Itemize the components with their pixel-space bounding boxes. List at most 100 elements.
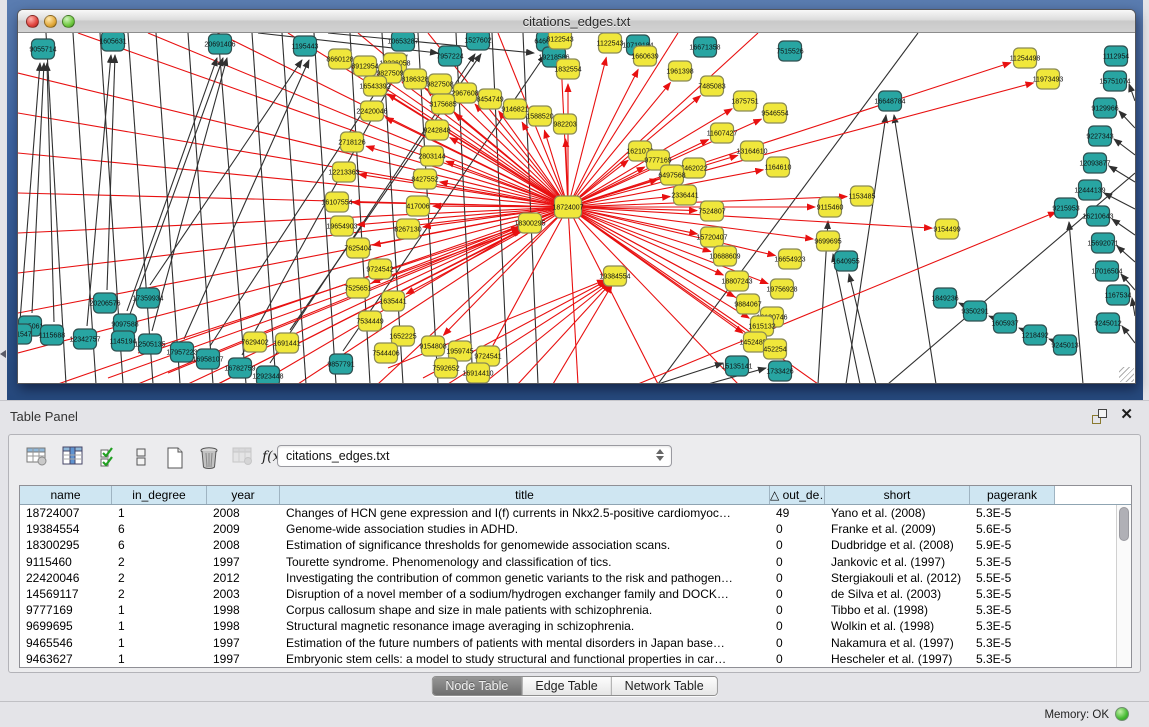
graph-node[interactable]: 19384554 [599,266,630,286]
table-cell[interactable]: 19384554 [20,521,112,537]
graph-node[interactable]: 7625404 [344,238,371,258]
graph-node[interactable]: 13164610 [736,141,767,161]
table-cell[interactable]: 2008 [207,505,280,521]
graph-node[interactable]: 1115688 [39,325,65,345]
table-cell[interactable]: 0 [770,651,825,667]
graph-node[interactable]: 9242848 [423,120,450,140]
graph-node[interactable]: 2718126 [338,132,365,152]
delete-column-icon[interactable] [195,443,223,471]
graph-node[interactable]: 7592652 [432,358,459,378]
table-mode-icon[interactable] [23,443,51,471]
table-cell[interactable]: Genome-wide association studies in ADHD. [280,521,770,537]
graph-node[interactable]: 8660128 [326,49,353,69]
table-cell[interactable]: Nakamura et al. (1997) [825,635,970,651]
graph-node[interactable]: 1733426 [766,361,793,381]
graph-node[interactable]: 12093877 [1079,153,1110,173]
graph-node[interactable]: 9546554 [761,103,788,123]
graph-node[interactable]: 17016504 [1091,261,1122,281]
graph-node[interactable]: 7544406 [372,343,399,363]
table-cell[interactable]: 18300295 [20,537,112,553]
table-cell[interactable]: 18724007 [20,505,112,521]
table-cell[interactable]: 0 [770,618,825,634]
table-cell[interactable]: 9699695 [20,618,112,634]
table-cell[interactable]: Structural magnetic resonance image aver… [280,618,770,634]
graph-node[interactable]: 16543392 [359,76,390,96]
table-cell[interactable]: Tourette syndrome. Phenomenology and cla… [280,554,770,570]
tab-node-table[interactable]: Node Table [432,677,522,695]
table-cell[interactable]: Hescheler et al. (1997) [825,651,970,667]
table-cell[interactable]: 2009 [207,521,280,537]
graph-node[interactable]: 16914410 [462,363,493,383]
table-cell[interactable]: Franke et al. (2009) [825,521,970,537]
table-cell[interactable]: 5.3E-5 [970,651,1055,667]
table-cell[interactable]: 1997 [207,554,280,570]
table-cell[interactable]: 1 [112,602,207,618]
table-cell[interactable]: 49 [770,505,825,521]
graph-node[interactable]: 8912954 [351,56,378,76]
graph-node[interactable]: 1875751 [731,91,758,111]
graph-node[interactable]: 1527602 [464,33,491,50]
table-cell[interactable]: 0 [770,635,825,651]
graph-node[interactable]: 8122543 [546,33,573,49]
table-cell[interactable]: 5.3E-5 [970,618,1055,634]
graph-node[interactable]: 1832554 [554,59,581,79]
graph-node[interactable]: 7485083 [698,76,725,96]
table-cell[interactable]: 5.9E-5 [970,537,1055,553]
create-column-icon[interactable] [161,443,189,471]
graph-node[interactable]: 417006 [406,196,429,216]
graph-node[interactable]: 19654903 [326,216,357,236]
graph-node[interactable]: 9245013 [1051,335,1078,355]
graph-node[interactable]: 12444139 [1074,180,1105,200]
table-selector-combobox[interactable]: citations_edges.txt [277,445,672,467]
table-cell[interactable]: 9115460 [20,554,112,570]
row-height-icon[interactable] [127,443,155,471]
graph-node[interactable]: 1164610 [765,157,792,177]
graph-node[interactable]: 1691441 [273,333,300,353]
select-all-icon[interactable] [95,443,123,471]
graph-node[interactable]: 7629402 [241,332,268,352]
table-row[interactable]: 946362711997Embryonic stem cells: a mode… [20,651,1131,667]
table-cell[interactable]: Corpus callosum shape and size in male p… [280,602,770,618]
graph-node[interactable]: 16210643 [1082,206,1113,226]
table-cell[interactable]: 5.6E-5 [970,521,1055,537]
graph-node[interactable]: 12213363 [328,162,359,182]
table-cell[interactable]: 0 [770,602,825,618]
graph-node[interactable]: 18807243 [721,271,752,291]
graph-node[interactable]: 1153485 [849,186,876,206]
graph-node[interactable]: 1961398 [666,61,693,81]
panel-collapse-arrow-icon[interactable] [0,350,6,358]
table-cell[interactable]: 2008 [207,537,280,553]
table-cell[interactable]: Estimation of significance thresholds fo… [280,537,770,553]
table-cell[interactable]: 6 [112,521,207,537]
table-cell[interactable]: 1 [112,651,207,667]
graph-node[interactable]: 9699695 [814,231,841,251]
table-cell[interactable]: 1 [112,635,207,651]
table-cell[interactable]: 1 [112,618,207,634]
tab-edge-table[interactable]: Edge Table [522,677,611,695]
table-cell[interactable]: 2012 [207,570,280,586]
graph-node[interactable]: 11254498 [1010,48,1041,68]
graph-node[interactable]: 12923448 [252,366,283,383]
graph-node[interactable]: 11973493 [1033,69,1064,89]
column-header-year[interactable]: year [207,486,280,504]
graph-node[interactable]: 452254 [763,339,786,359]
table-cell[interactable]: 5.5E-5 [970,570,1055,586]
graph-node[interactable]: 7534449 [356,311,383,331]
table-cell[interactable]: Investigating the contribution of common… [280,570,770,586]
table-cell[interactable]: 0 [770,521,825,537]
graph-node[interactable]: 1195443 [292,36,319,56]
table-cell[interactable]: 2 [112,586,207,602]
graph-node[interactable]: 16782759 [224,358,255,378]
table-cell[interactable]: Dudbridge et al. (2008) [825,537,970,553]
graph-node[interactable]: 18724007 [552,196,583,218]
graph-node[interactable]: 1167534 [1105,285,1132,305]
table-row[interactable]: 1938455462009Genome-wide association stu… [20,521,1131,537]
graph-node[interactable]: 9146821 [501,99,528,119]
tab-network-table[interactable]: Network Table [612,677,717,695]
table-cell[interactable]: 2003 [207,586,280,602]
close-panel-icon[interactable]: ✕ [1120,407,1133,423]
graph-node[interactable]: 9227343 [1086,126,1113,146]
table-cell[interactable]: 0 [770,586,825,602]
table-cell[interactable]: 5.3E-5 [970,505,1055,521]
graph-node[interactable]: 9884067 [734,294,761,314]
